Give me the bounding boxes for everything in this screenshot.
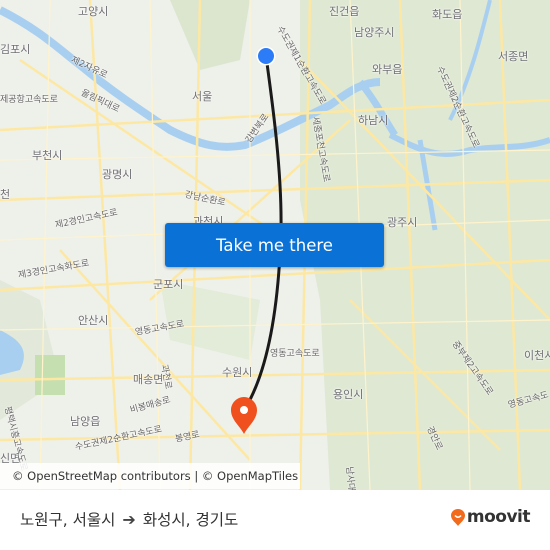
map-attribution[interactable]: © OpenStreetMap contributors | © OpenMap… bbox=[0, 463, 300, 489]
terrain-north bbox=[170, 0, 250, 70]
route-origin: 노원구, 서울시 bbox=[20, 511, 116, 529]
footer: 노원구, 서울시 ➔ 화성시, 경기도 moovit bbox=[0, 490, 550, 550]
place-label-goyang: 고양시 bbox=[78, 5, 109, 18]
place-label-gwangju: 광주시 bbox=[387, 216, 418, 229]
place-label-suwon: 수원시 bbox=[222, 366, 253, 379]
place-label-bucheon: 부천시 bbox=[32, 149, 63, 162]
origin-marker[interactable] bbox=[258, 48, 274, 64]
place-label-gimpo: 김포시 bbox=[0, 43, 31, 56]
place-label-wabu: 와부읍 bbox=[372, 63, 403, 76]
road-label-airport: 제공항고속도로 bbox=[0, 95, 58, 105]
park-area bbox=[35, 355, 65, 395]
destination-marker[interactable] bbox=[231, 397, 257, 434]
road-label-yeongdong-2: 영동고속도로 bbox=[270, 349, 320, 359]
route-destination: 화성시, 경기도 bbox=[142, 511, 239, 529]
place-label-gunpo: 군포시 bbox=[153, 278, 184, 291]
route-title: 노원구, 서울시 ➔ 화성시, 경기도 bbox=[20, 508, 238, 530]
place-label-seojong: 서종면 bbox=[498, 50, 529, 63]
moovit-logo-text: moovit bbox=[466, 507, 531, 527]
place-label-yongin: 용인시 bbox=[333, 388, 364, 401]
place-label-ansan: 안산시 bbox=[78, 314, 109, 327]
place-label-namyangju: 남양주시 bbox=[354, 26, 395, 39]
take-me-there-button[interactable]: Take me there bbox=[165, 223, 384, 267]
moovit-pin-icon bbox=[450, 508, 465, 526]
moovit-logo[interactable]: moovit bbox=[450, 507, 531, 527]
place-label-namyang: 남양읍 bbox=[70, 415, 101, 428]
place-label-seoul: 서울 bbox=[192, 90, 213, 103]
arrow-right-icon: ➔ bbox=[122, 509, 136, 529]
place-label-hwado: 화도읍 bbox=[432, 8, 463, 21]
place-label-gwangmyeong: 광명시 bbox=[102, 168, 133, 181]
place-label-maesong: 매송면 bbox=[133, 373, 164, 386]
place-label-incheon: 천 bbox=[0, 188, 11, 201]
place-label-icheon: 이천시 bbox=[524, 349, 550, 362]
place-label-hanam: 하남시 bbox=[358, 114, 389, 127]
place-label-jingeon: 진건읍 bbox=[329, 5, 360, 18]
